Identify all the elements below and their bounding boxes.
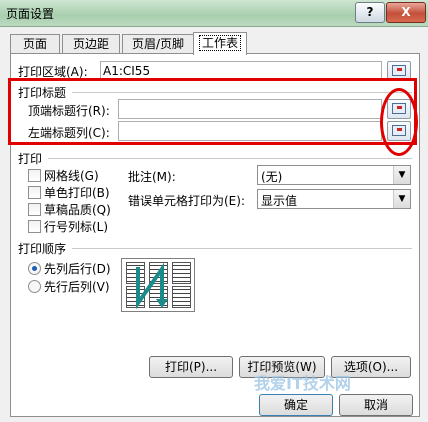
tab-sheet[interactable]: 工作表 (193, 32, 247, 55)
over-then-down-radio[interactable] (28, 280, 41, 293)
comments-select[interactable]: (无) ▼ (257, 165, 411, 185)
print-titles-divider (72, 92, 412, 93)
close-button[interactable]: X (386, 2, 426, 23)
print-divider (48, 158, 412, 159)
headings-label: 行号列标(L) (44, 220, 109, 234)
comments-label: 批注(M): (128, 170, 176, 184)
title-cols-collapse-icon[interactable] (387, 121, 411, 141)
bw-checkbox[interactable] (28, 186, 41, 199)
print-area-collapse-icon[interactable] (387, 61, 411, 81)
tab-header-footer[interactable]: 页眉/页脚 (122, 34, 194, 54)
gridlines-label: 网格线(G) (44, 169, 99, 183)
cancel-button[interactable]: 取消 (339, 394, 413, 416)
title-cols-label: 左端标题列(C): (28, 126, 110, 140)
print-titles-heading: 打印标题 (18, 86, 67, 100)
options-button[interactable]: 选项(O)... (331, 356, 411, 378)
dialog-title: 页面设置 (6, 7, 55, 21)
chevron-down-icon: ▼ (393, 166, 410, 184)
over-then-down-label: 先行后列(V) (44, 280, 110, 294)
print-button[interactable]: 打印(P)... (149, 356, 233, 378)
title-bar[interactable]: 页面设置 ? X (0, 0, 428, 27)
gridlines-checkbox[interactable] (28, 169, 41, 182)
errors-label: 错误单元格打印为(E): (128, 194, 245, 208)
draft-label: 草稿品质(Q) (44, 203, 111, 217)
page-setup-dialog: 页面设置 ? X 页面 页边距 页眉/页脚 工作表 打印区域(A): A1:CI… (0, 0, 428, 422)
draft-checkbox[interactable] (28, 203, 41, 216)
page-order-preview (121, 258, 195, 312)
tab-page[interactable]: 页面 (10, 34, 60, 54)
errors-select[interactable]: 显示值 ▼ (257, 189, 411, 209)
tab-sheet-label: 工作表 (198, 35, 241, 51)
print-area-value: A1:CI55 (103, 64, 151, 78)
down-then-over-label: 先列后行(D) (44, 262, 111, 276)
tab-margins[interactable]: 页边距 (62, 34, 120, 54)
title-rows-collapse-icon[interactable] (387, 99, 411, 119)
help-button[interactable]: ? (355, 2, 385, 23)
ok-button[interactable]: 确定 (259, 394, 333, 416)
page-order-heading: 打印顺序 (18, 242, 67, 256)
errors-value: 显示值 (261, 194, 298, 208)
print-heading: 打印 (18, 152, 43, 166)
comments-value: (无) (261, 170, 283, 184)
down-then-over-radio[interactable] (28, 262, 41, 275)
headings-checkbox[interactable] (28, 220, 41, 233)
print-area-label: 打印区域(A): (18, 65, 88, 79)
title-cols-input[interactable] (118, 121, 382, 141)
page-order-divider (72, 248, 412, 249)
chevron-down-icon: ▼ (393, 190, 410, 208)
page-order-arrow-icon (136, 262, 168, 310)
print-area-input[interactable]: A1:CI55 (100, 61, 382, 81)
bw-label: 单色打印(B) (44, 186, 110, 200)
title-rows-label: 顶端标题行(R): (28, 104, 110, 118)
print-preview-button[interactable]: 打印预览(W) (239, 356, 325, 378)
title-rows-input[interactable] (118, 99, 382, 119)
